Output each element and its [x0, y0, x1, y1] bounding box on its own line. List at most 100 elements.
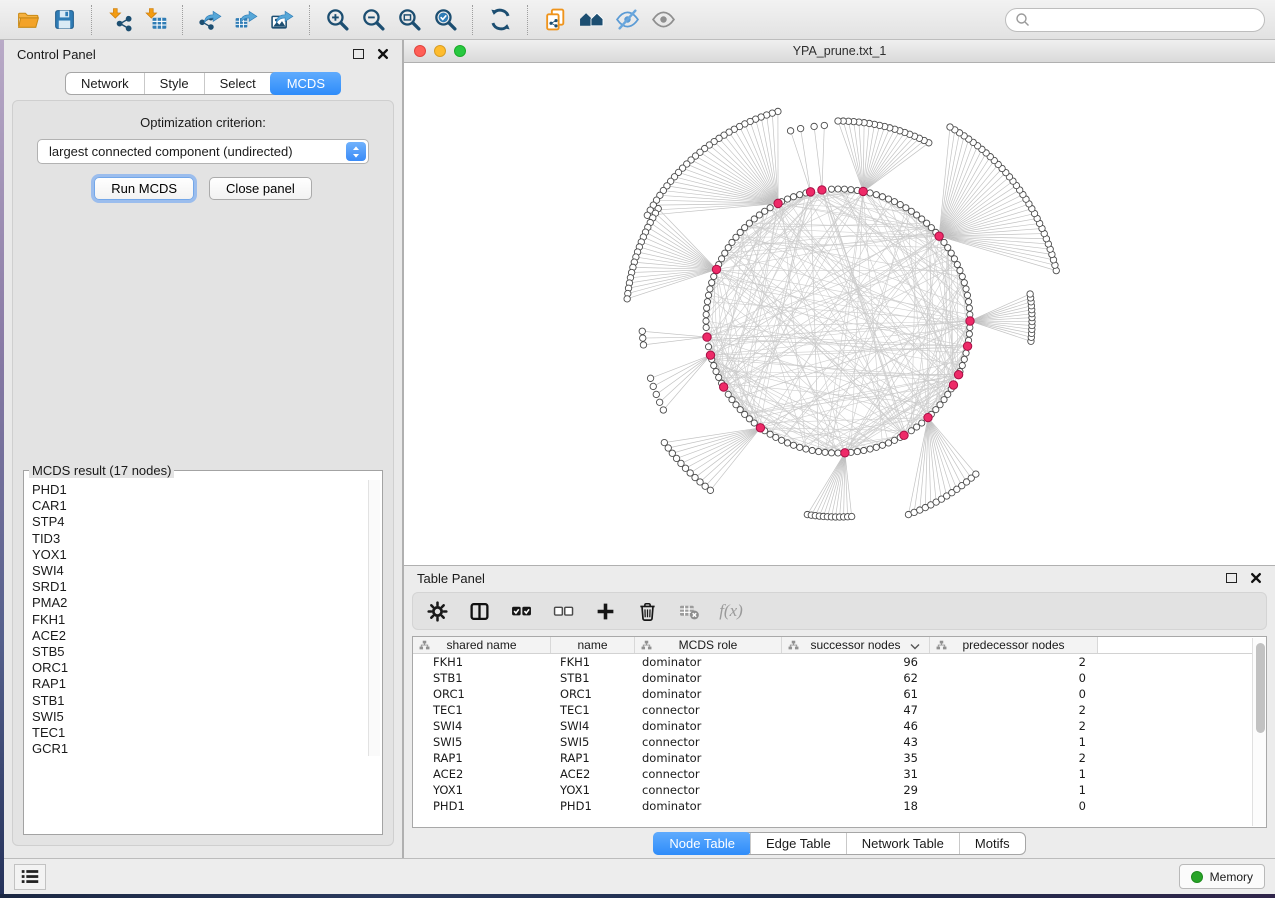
table-row[interactable]: TEC1TEC1connector472	[413, 702, 1266, 718]
optimization-label: Optimization criterion:	[140, 115, 266, 130]
import-table-button[interactable]	[137, 5, 173, 35]
table-scrollbar[interactable]	[1252, 638, 1266, 826]
tab-style[interactable]: Style	[144, 73, 204, 94]
memory-button[interactable]: Memory	[1179, 864, 1265, 889]
mcds-result-item[interactable]: FKH1	[32, 612, 367, 628]
search-icon	[1015, 12, 1030, 27]
tab-network[interactable]: Network	[66, 73, 144, 94]
mcds-result-item[interactable]: TEC1	[32, 725, 367, 741]
add-column-button[interactable]	[593, 600, 617, 622]
table-tab-network-table[interactable]: Network Table	[846, 833, 959, 854]
open-file-button[interactable]	[10, 5, 46, 35]
float-panel-icon[interactable]	[353, 49, 364, 59]
table-cell: 1	[930, 767, 1098, 781]
mcds-result-item[interactable]: PHD1	[32, 482, 367, 498]
mcds-list-scrollbar[interactable]	[368, 480, 380, 756]
mcds-result-item[interactable]: CAR1	[32, 498, 367, 514]
column-header-predecessor-nodes[interactable]: predecessor nodes	[930, 637, 1098, 653]
select-all-button[interactable]	[509, 600, 533, 622]
table-row[interactable]: YOX1YOX1connector291	[413, 782, 1266, 798]
desktop-wallpaper-bottom	[0, 894, 1275, 898]
column-header-shared-name[interactable]: shared name	[413, 637, 551, 653]
save-session-button[interactable]	[46, 5, 82, 35]
mcds-result-item[interactable]: ORC1	[32, 660, 367, 676]
optimization-select[interactable]: largest connected component (undirected)	[37, 139, 369, 164]
table-cell: 0	[930, 687, 1098, 701]
zoom-in-button[interactable]	[319, 5, 355, 35]
import-network-button[interactable]	[101, 5, 137, 35]
maximize-window-icon[interactable]	[454, 45, 466, 57]
mcds-result-item[interactable]: YOX1	[32, 547, 367, 563]
table-row[interactable]: STB1STB1dominator620	[413, 670, 1266, 686]
window-body: Control Panel NetworkStyleSelectMCDS Opt…	[0, 40, 1275, 894]
tab-select[interactable]: Select	[204, 73, 271, 94]
mcds-result-item[interactable]: RAP1	[32, 676, 367, 692]
export-network-button[interactable]	[192, 5, 228, 35]
network-canvas[interactable]	[404, 63, 1275, 565]
column-header-name[interactable]: name	[551, 637, 635, 653]
mcds-result-item[interactable]: STB1	[32, 693, 367, 709]
table-row[interactable]: ORC1ORC1dominator610	[413, 686, 1266, 702]
close-panel-icon[interactable]	[377, 48, 389, 60]
network-window-titlebar[interactable]: YPA_prune.txt_1	[404, 40, 1275, 63]
show-all-button[interactable]	[645, 5, 681, 35]
mcds-result-list[interactable]: PHD1CAR1STP4TID3YOX1SWI4SRD1PMA2FKH1ACE2…	[25, 479, 381, 757]
mcds-result-item[interactable]: SWI4	[32, 563, 367, 579]
minimize-window-icon[interactable]	[434, 45, 446, 57]
mcds-result-item[interactable]: PMA2	[32, 595, 367, 611]
table-row[interactable]: ACE2ACE2connector311	[413, 766, 1266, 782]
split-view-button[interactable]	[467, 600, 491, 622]
hide-selected-button[interactable]	[609, 5, 645, 35]
mcds-result-item[interactable]: ACE2	[32, 628, 367, 644]
table-cell: RAP1	[413, 751, 551, 765]
delete-selected-button[interactable]	[635, 600, 659, 622]
mcds-result-item[interactable]: SRD1	[32, 579, 367, 595]
run-mcds-button[interactable]: Run MCDS	[94, 177, 194, 200]
table-tab-node-table[interactable]: Node Table	[653, 832, 751, 855]
mcds-result-item[interactable]: STP4	[32, 514, 367, 530]
column-header-MCDS-role[interactable]: MCDS role	[635, 637, 782, 653]
first-neighbors-button[interactable]	[573, 5, 609, 35]
table-cell: SWI5	[551, 735, 635, 749]
show-panels-button[interactable]	[14, 864, 46, 890]
table-tab-edge-table[interactable]: Edge Table	[750, 833, 846, 854]
table-cell: 0	[930, 799, 1098, 813]
close-table-panel-icon[interactable]	[1250, 572, 1262, 584]
zoom-out-button[interactable]	[355, 5, 391, 35]
network-and-table-column: YPA_prune.txt_1 Table Panel	[404, 40, 1275, 858]
mcds-result-item[interactable]: GCR1	[32, 741, 367, 757]
column-header-successor-nodes[interactable]: successor nodes	[782, 637, 930, 653]
select-all-icon	[511, 601, 532, 622]
mcds-result-item[interactable]: TID3	[32, 531, 367, 547]
deselect-all-icon	[553, 601, 574, 622]
zoom-selected-button[interactable]	[427, 5, 463, 35]
table-cell: PHD1	[551, 799, 635, 813]
table-row[interactable]: SWI4SWI4dominator462	[413, 718, 1266, 734]
mcds-result-item[interactable]: STB5	[32, 644, 367, 660]
table-row[interactable]: SWI5SWI5connector431	[413, 734, 1266, 750]
table-scrollbar-thumb[interactable]	[1256, 643, 1265, 733]
zoom-fit-button[interactable]	[391, 5, 427, 35]
refresh-network-button[interactable]	[482, 5, 518, 35]
table-panel-header: Table Panel	[404, 566, 1275, 590]
toolbar-separator	[472, 5, 473, 35]
tab-mcds[interactable]: MCDS	[270, 72, 341, 95]
float-table-panel-icon[interactable]	[1226, 573, 1237, 583]
export-image-button[interactable]	[264, 5, 300, 35]
tree-column-icon	[936, 640, 947, 651]
table-row[interactable]: FKH1FKH1dominator962	[413, 654, 1266, 670]
search-input[interactable]	[1036, 13, 1255, 27]
zoom-out-icon	[361, 7, 386, 32]
export-table-button[interactable]	[228, 5, 264, 35]
close-panel-button[interactable]: Close panel	[209, 177, 312, 200]
table-row[interactable]: PHD1PHD1dominator180	[413, 798, 1266, 814]
table-row[interactable]: RAP1RAP1dominator352	[413, 750, 1266, 766]
table-tab-motifs[interactable]: Motifs	[959, 833, 1025, 854]
close-window-icon[interactable]	[414, 45, 426, 57]
table-cell: TEC1	[551, 703, 635, 717]
deselect-all-button[interactable]	[551, 600, 575, 622]
duplicate-network-button[interactable]	[537, 5, 573, 35]
mcds-result-item[interactable]: SWI5	[32, 709, 367, 725]
gear-button[interactable]	[425, 600, 449, 622]
search-box[interactable]	[1005, 8, 1265, 32]
